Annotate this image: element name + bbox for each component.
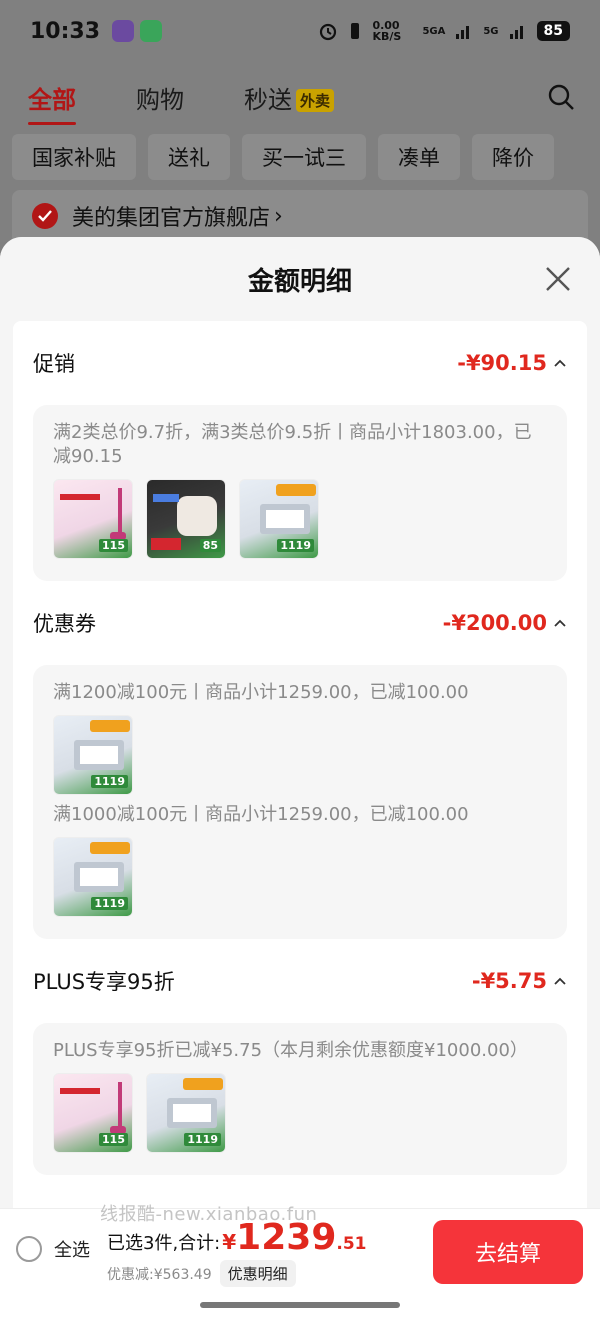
signal-icon-2 [509,26,523,39]
status-bar: 10:33 0.00 KB/S 5GA 5G 85 [0,0,600,62]
tab-all[interactable]: 全部 [28,80,76,125]
coupon-desc-2: 满1000减100元丨商品小计1259.00，已减100.00 [53,804,469,825]
tab-instant-delivery[interactable]: 秒送 外卖 [244,80,335,115]
total-decimal: .51 [336,1234,367,1254]
sheet-body: 促销 -¥90.15 满2类总价9.7折，满3类总价9.5折丨商品小计1803.… [13,321,587,1221]
coupon-desc-1: 满1200减100元丨商品小计1259.00，已减100.00 [53,682,469,703]
section-promotion-amount-wrap: -¥90.15 [457,351,567,375]
promotion-desc: 满2类总价9.7折，满3类总价9.5折丨商品小计1803.00，已减90.15 [53,422,532,467]
chip-price-drop[interactable]: 降价 [472,134,554,180]
select-all-label: 全选 [54,1240,90,1261]
sheet-header: 金额明细 [0,237,600,321]
close-icon[interactable] [542,263,574,295]
product-thumb-heater[interactable]: 85 [146,479,226,559]
product-thumb-vacuum[interactable]: 115 [53,1073,133,1153]
savings-line: 优惠减:¥563.49 优惠明细 [107,1260,367,1287]
signal-icon [456,26,470,39]
tab-instant-delivery-label: 秒送 [244,85,292,114]
thumb-price: 115 [99,1133,128,1146]
chevron-up-icon [554,977,566,985]
message-notification-icon [140,20,163,42]
filter-chips: 国家补贴 送礼 买一试三 凑单 降价 [0,134,600,180]
app-notification-icon [112,20,135,42]
cart-top-nav: 全部 购物 秒送 外卖 [0,62,600,132]
thumb-price: 1119 [91,775,128,788]
thumb-price: 115 [99,539,128,552]
chip-try[interactable]: 买一试三 [242,134,366,180]
status-app-icons [112,20,163,42]
background-cart-page: 全部 购物 秒送 外卖 国家补贴 送礼 买一试三 凑单 降价 美的集团官方旗舰店 … [0,62,600,242]
coupon-thumbs-2: 1119 [53,837,547,917]
shop-row[interactable]: 美的集团官方旗舰店 › [12,190,588,242]
coupon-thumbs-1: 1119 [53,715,547,795]
section-promotion-header[interactable]: 促销 -¥90.15 [33,321,567,405]
select-all-toggle[interactable]: 全选 [16,1236,90,1262]
alarm-icon [320,23,337,41]
bottom-safe-area [0,1296,600,1320]
promotion-thumbs: 115 85 1119 [53,479,547,559]
status-indicators: 0.00 KB/S 5GA 5G 85 [318,20,570,42]
selected-count-text: 已选3件,合计: [107,1233,221,1254]
chip-add-on[interactable]: 凑单 [378,134,460,180]
thumb-price: 85 [199,539,221,552]
section-plus-amount: -¥5.75 [471,969,547,993]
shop-chevron-icon: › [274,203,283,229]
section-promotion-amount: -¥90.15 [457,351,547,375]
takeout-badge: 外卖 [296,89,335,112]
checkout-button[interactable]: 去结算 [433,1220,583,1284]
amount-detail-sheet: 金额明细 促销 -¥90.15 满2类总价9.7折，满3类总价9.5折丨商品小计… [0,237,600,1320]
total-integer: 1239 [236,1217,337,1258]
shop-check-icon[interactable] [32,203,58,229]
section-coupon-name: 优惠券 [33,612,96,636]
promotion-card: 满2类总价9.7折，满3类总价9.5折丨商品小计1803.00，已减90.15 … [33,405,567,581]
product-thumb-vacuum[interactable]: 115 [53,479,133,559]
chevron-up-icon [554,619,566,627]
plus-desc: PLUS专享95折已减¥5.75（本月剩余优惠额度¥1000.00） [53,1040,528,1061]
search-icon[interactable] [546,82,576,112]
discount-detail-button[interactable]: 优惠明细 [219,1260,296,1287]
sheet-title: 金额明细 [247,266,352,297]
section-coupon-amount-wrap: -¥200.00 [443,611,567,635]
savings-amount: 优惠减:¥563.49 [107,1266,212,1283]
currency-symbol: ¥ [222,1230,237,1254]
product-thumb-dishwasher[interactable]: 1119 [239,479,319,559]
thumb-price: 1119 [277,539,314,552]
product-thumb-dishwasher[interactable]: 1119 [53,715,133,795]
chip-gift[interactable]: 送礼 [148,134,230,180]
vibrate-icon [351,23,360,39]
total-line: 已选3件,合计: ¥ 1239 .51 [107,1220,367,1256]
section-promotion-name: 促销 [33,352,75,376]
thumb-price: 1119 [91,897,128,910]
network-speed: 0.00 KB/S [372,19,402,43]
status-time: 10:33 [30,18,101,44]
section-plus-name: PLUS专享95折 [33,970,175,994]
home-indicator[interactable] [200,1302,400,1308]
chip-national-subsidy[interactable]: 国家补贴 [12,134,136,180]
tab-shopping[interactable]: 购物 [136,80,184,115]
network-5ga: 5GA [422,25,446,37]
section-coupon-amount: -¥200.00 [442,611,547,635]
section-plus-amount-wrap: -¥5.75 [472,969,567,993]
coupon-card: 满1200减100元丨商品小计1259.00，已减100.00 1119 满10… [33,665,567,939]
plus-thumbs: 115 1119 [53,1073,547,1153]
section-coupon-header[interactable]: 优惠券 -¥200.00 [33,581,567,665]
product-thumb-dishwasher[interactable]: 1119 [53,837,133,917]
chevron-up-icon [554,359,566,367]
order-summary: 已选3件,合计: ¥ 1239 .51 优惠减:¥563.49 优惠明细 [107,1220,367,1287]
plus-card: PLUS专享95折已减¥5.75（本月剩余优惠额度¥1000.00） 115 1… [33,1023,567,1175]
section-plus-header[interactable]: PLUS专享95折 -¥5.75 [33,939,567,1023]
thumb-price: 1119 [184,1133,221,1146]
network-5g: 5G [483,25,499,37]
shop-name: 美的集团官方旗舰店 [72,206,271,231]
battery-level: 85 [536,21,570,41]
product-thumb-dishwasher[interactable]: 1119 [146,1073,226,1153]
select-all-radio[interactable] [16,1236,42,1262]
